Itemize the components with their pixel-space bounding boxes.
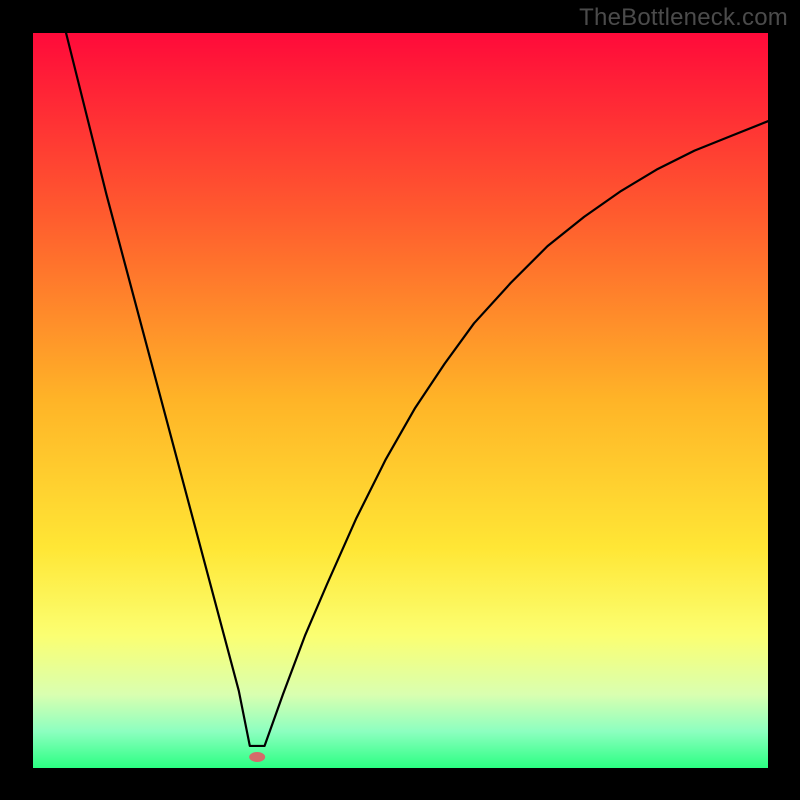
bottleneck-chart (0, 0, 800, 800)
optimum-marker (249, 752, 265, 762)
chart-frame: TheBottleneck.com (0, 0, 800, 800)
chart-plot-area (33, 33, 768, 768)
watermark-text: TheBottleneck.com (579, 4, 788, 32)
